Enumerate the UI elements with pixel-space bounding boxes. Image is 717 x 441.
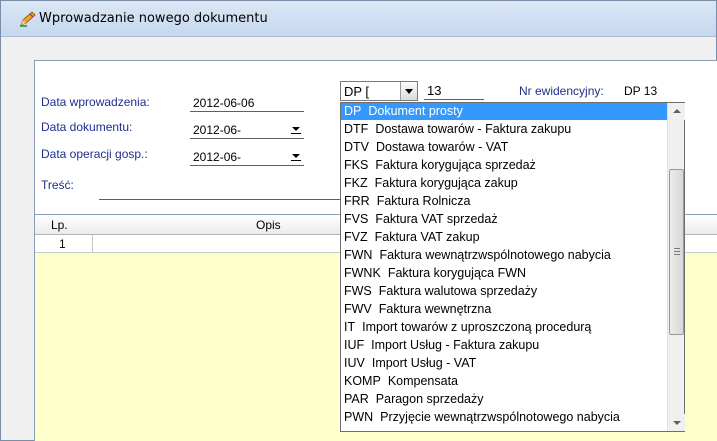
nr-ewidencyjny-label: Nr ewidencyjny: [519,84,604,98]
dropdown-option-fks[interactable]: FKS Faktura korygująca sprzedaż [341,157,667,174]
option-name: Faktura walutowa sprzedaży [378,284,538,298]
option-code: FWS [344,284,372,298]
data-dokumentu-dropdown-icon[interactable] [289,124,303,136]
option-code: FVS [344,212,369,226]
option-code: FKS [344,158,369,172]
option-code: PAR [344,392,369,406]
option-name: Faktura wewnątrzwspólnotowego nabycia [379,248,611,262]
document-type-dropdown: DP Dokument prosty DTF Dostawa towarów - Fa… [340,102,685,432]
option-code: FWNK [344,266,381,280]
option-code: PWN [344,410,374,424]
chevron-down-icon[interactable] [400,82,417,100]
main-window: Wprowadzanie nowego dokumentu Data wprow… [0,0,717,441]
tresc-label: Treść: [41,178,74,192]
dropdown-option-par[interactable]: PAR Paragon sprzedaży [341,391,667,408]
pencil-icon [20,11,36,27]
dropdown-option-dtv[interactable]: DTV Dostawa towarów - VAT [341,139,667,156]
document-type-list: DP Dokument prosty DTF Dostawa towarów - Fa… [341,103,667,431]
option-name: Kompensata [387,374,458,388]
doc-number-field[interactable]: 13 [427,83,441,98]
data-dokumentu-field[interactable]: 2012-06- [193,123,241,137]
data-operacji-dropdown-icon[interactable] [289,151,303,163]
dropdown-option-pwn[interactable]: PWN Przyjęcie wewnątrzwspólnotowego nabyc… [341,409,667,426]
tresc-field[interactable] [99,199,341,200]
option-name: Faktura korygująca FWN [387,266,527,280]
window-title: Wprowadzanie nowego dokumentu [39,11,268,26]
option-name: Przyjęcie wewnątrzwspólnotowego nabycia [380,410,620,424]
column-header-opis[interactable]: Opis [256,218,281,232]
option-code: FVZ [344,230,368,244]
option-name: Faktura korygująca zakup [374,176,518,190]
title-bar: Wprowadzanie nowego dokumentu [1,1,716,37]
option-name: Import Usług - VAT [371,356,477,370]
data-wprowadzenia-value: 2012-06-06 [193,96,255,110]
dropdown-scrollbar[interactable] [667,103,685,431]
scroll-down-icon[interactable] [668,414,685,431]
data-operacji-field[interactable]: 2012-06- [193,150,241,164]
data-dokumentu-label: Data dokumentu: [41,120,133,134]
data-operacji-label: Data operacji gosp.: [41,147,148,161]
option-name: Paragon sprzedaży [375,392,484,406]
option-code: IUF [344,338,365,352]
option-name: Faktura korygująca sprzedaż [375,158,536,172]
dropdown-option-dp[interactable]: DP Dokument prosty [341,103,667,120]
data-wprowadzenia-label: Data wprowadzenia: [41,95,150,109]
document-type-value: DP [ [344,84,370,99]
dropdown-option-fvz[interactable]: FVZ Faktura VAT zakup [341,229,667,246]
option-name: Faktura Rolnicza [376,194,471,208]
option-code: IUV [344,356,365,370]
dropdown-option-frr[interactable]: FRR Faktura Rolnicza [341,193,667,210]
nr-ewidencyjny-value: DP 13 [624,84,658,98]
option-name: Dokument prosty [368,104,463,118]
dropdown-option-fvs[interactable]: FVS Faktura VAT sprzedaż [341,211,667,228]
dropdown-option-fwnk[interactable]: FWNK Faktura korygująca FWN [341,265,667,282]
option-name: Dostawa towarów - VAT [376,140,509,154]
option-code: KOMP [344,374,381,388]
dropdown-option-komp[interactable]: KOMP Kompensata [341,373,667,390]
option-name: Faktura VAT sprzedaż [375,212,498,226]
option-name: Import Usług - Faktura zakupu [371,338,540,352]
option-code: FWN [344,248,373,262]
option-code: DTV [344,140,369,154]
option-name: Faktura wewnętrzna [378,302,492,316]
document-type-combo[interactable]: DP [ [340,81,418,101]
dropdown-option-fkz[interactable]: FKZ Faktura korygująca zakup [341,175,667,192]
option-code: FWV [344,302,372,316]
dropdown-option-fwn[interactable]: FWN Faktura wewnątrzwspólnotowego nabycia [341,247,667,264]
option-code: DTF [344,122,369,136]
option-name: Import towarów z uproszczoną procedurą [362,320,592,334]
option-code: DP [344,104,362,118]
scroll-up-icon[interactable] [668,103,685,120]
option-code: IT [344,320,356,334]
column-header-lp[interactable]: Lp. [51,218,68,232]
option-code: FRR [344,194,370,208]
option-code: FKZ [344,176,368,190]
row-lp-cell: 1 [59,237,66,251]
option-name: Faktura VAT zakup [374,230,480,244]
dropdown-option-fws[interactable]: FWS Faktura walutowa sprzedaży [341,283,667,300]
dropdown-option-fwv[interactable]: FWV Faktura wewnętrzna [341,301,667,318]
dropdown-option-iuv[interactable]: IUV Import Usług - VAT [341,355,667,372]
scrollbar-thumb[interactable] [669,169,684,335]
option-name: Dostawa towarów - Faktura zakupu [375,122,572,136]
dropdown-option-iuf[interactable]: IUF Import Usług - Faktura zakupu [341,337,667,354]
dropdown-option-it[interactable]: IT Import towarów z uproszczoną procedurą [341,319,667,336]
dropdown-option-dtf[interactable]: DTF Dostawa towarów - Faktura zakupu [341,121,667,138]
